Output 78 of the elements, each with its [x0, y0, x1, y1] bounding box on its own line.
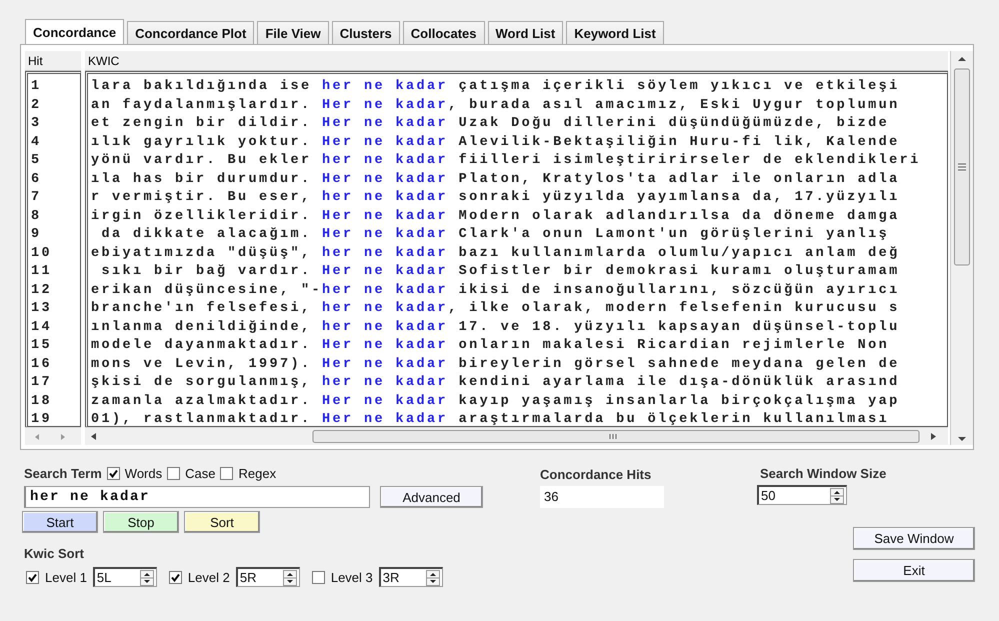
checkbox-label: Level 1 [45, 570, 87, 584]
hit-number: 12 [30, 282, 52, 300]
checkbox-label: Case [185, 466, 216, 481]
tab[interactable]: Word List [488, 21, 564, 46]
hit-number: 4 [30, 134, 42, 152]
checkbox[interactable] [167, 467, 180, 480]
column-header[interactable]: KWIC [85, 51, 948, 71]
spin-arrows-icon[interactable] [830, 488, 844, 504]
tab[interactable]: Collocates [402, 21, 485, 46]
action-button[interactable]: Start [22, 511, 98, 533]
checkbox-label: Words [124, 466, 162, 481]
kwic-line: modele dayanmaktadır. Her ne kadar onların makalesi Ricardian rejimlerle Non [90, 337, 890, 355]
search-field[interactable]: her ne kadar [24, 486, 370, 508]
spin-arrows-icon[interactable] [426, 570, 440, 586]
search-term-label: Search Term [24, 466, 102, 481]
spinner-field[interactable]: 3R [378, 567, 443, 587]
kwic-line: lara bakıldığında ise her ne kadar çatışma içerikli söylem yıkıcı ve etkileşi [90, 78, 900, 96]
spin-arrows-icon[interactable] [140, 570, 154, 586]
action-button[interactable]: Sort [184, 511, 260, 533]
concordance-hits-label: Concordance Hits [540, 467, 652, 482]
kwic-line: ılık gayrılık yoktur. Her ne kadar Alevilik-Bektaşiliğin Huru-fi lik, Kalende [90, 134, 900, 152]
hit-number: 11 [30, 263, 52, 281]
kwic-line: branche'ın felsefesi, her ne kadar, ilke olarak, modern felsefenin kurucusu s [90, 300, 900, 318]
hit-number: 5 [30, 152, 42, 170]
hit-number: 2 [30, 96, 42, 114]
kwic-line: ınlanma denildiğinde, her ne kadar 17. ve 18. yüzyılı kapsayan düşünsel-toplu [90, 318, 900, 336]
tab[interactable]: Clusters [332, 21, 400, 46]
checkbox-label: Level 3 [330, 570, 373, 584]
advanced-button[interactable]: Advanced [380, 486, 483, 508]
checkbox[interactable] [106, 467, 120, 480]
window-button[interactable]: Save Window [853, 527, 975, 550]
checkbox-label: Regex [238, 466, 276, 481]
hit-number: 7 [30, 189, 42, 207]
hit-number: 14 [30, 318, 52, 336]
hit-number: 1 [30, 78, 42, 96]
hit-number: 6 [30, 170, 42, 188]
checkbox[interactable] [26, 570, 39, 584]
hit-number: 19 [30, 411, 52, 426]
kwic-line: ebiyatımızda "düşüş", her ne kadar bazı kullanımlarda olumlu/yapıcı anlam değ [90, 244, 900, 262]
kwic-line: yönü vardır. Bu ekler her ne kadar fiilleri isimleştiririrseler de eklendikleri [90, 152, 921, 170]
hits-count-field: 36 [540, 486, 664, 508]
kwic-sort-label: Kwic Sort [24, 546, 85, 561]
checkbox[interactable] [312, 570, 325, 584]
spinner-field[interactable]: 50 [757, 485, 847, 505]
hit-number: 3 [30, 115, 42, 133]
kwic-line: irgin özellikleridir. Her ne kadar Modern olarak adlandırılsa da döneme damga [90, 208, 900, 226]
kwic-line: zamanla azalmaktadır. Her ne kadar kayıp yaşamış insanlarla birçokçalışma yap [90, 392, 900, 410]
kwic-line: şkisi de sorgulanmış, her ne kadar kendini ayarlama ile dışa-dönüklük arasınd [90, 374, 900, 392]
kwic-line: 01), rastlanmaktadır. Her ne kadar araştırmalarda bu ölçeklerin kullanılması [90, 411, 890, 426]
hit-number: 10 [30, 244, 52, 262]
hit-number: 8 [30, 208, 42, 226]
kwic-line: et zengin bir dildir. Her ne kadar Uzak Doğu dillerini düşündüğümüzde, bizde [90, 115, 890, 133]
checkbox-label: Level 2 [188, 570, 230, 584]
kwic-line: erikan düşüncesine, "-her ne kadar ikisi de insanoğullarını, sözcüğün ayırıcı [90, 282, 900, 300]
hit-number: 18 [30, 392, 52, 410]
kwic-line: sıkı bir bağ vardır. Her ne kadar Sofistler bir demokrasi kuramı oluşturamam [100, 263, 900, 281]
kwic-line: da dikkate alacağım. Her ne kadar Clark'a onun Lamont'un görüşlerini yanlış [100, 226, 890, 244]
spin-arrows-icon[interactable] [282, 570, 297, 586]
hit-number: 17 [30, 374, 52, 392]
hit-number: 15 [30, 337, 52, 355]
kwic-line: mons ve Levin, 1997). Her ne kadar bireylerin görsel sahnede meydana gelen de [90, 356, 900, 374]
checkbox[interactable] [220, 467, 234, 480]
action-button[interactable]: Stop [103, 511, 179, 533]
column-header[interactable]: Hit [25, 51, 81, 71]
spinner-field[interactable]: 5L [92, 567, 157, 587]
search-window-size-label: Search Window Size [760, 466, 886, 481]
window-button[interactable]: Exit [853, 559, 975, 582]
kwic-line: ıla has bir durumdur. Her ne kadar Platon, Kratylos'ta adlar ile onların adla [90, 170, 900, 188]
tab[interactable]: File View [257, 21, 329, 46]
kwic-line: r vermiştir. Bu eser, her ne kadar sonraki yüzyılda yayımlansa da, 17.yüzyılı [90, 189, 900, 207]
spinner-field[interactable]: 5R [236, 567, 300, 587]
tab[interactable]: Concordance Plot [127, 21, 254, 46]
checkbox[interactable] [168, 570, 182, 584]
hit-number: 9 [30, 226, 42, 244]
tab[interactable]: Keyword List [566, 21, 664, 46]
hit-number: 13 [30, 300, 52, 318]
kwic-line: an faydalanmışlardır. Her ne kadar, burada asıl amacımız, Eski Uygur toplumun [90, 96, 900, 114]
hit-number: 16 [30, 356, 52, 374]
